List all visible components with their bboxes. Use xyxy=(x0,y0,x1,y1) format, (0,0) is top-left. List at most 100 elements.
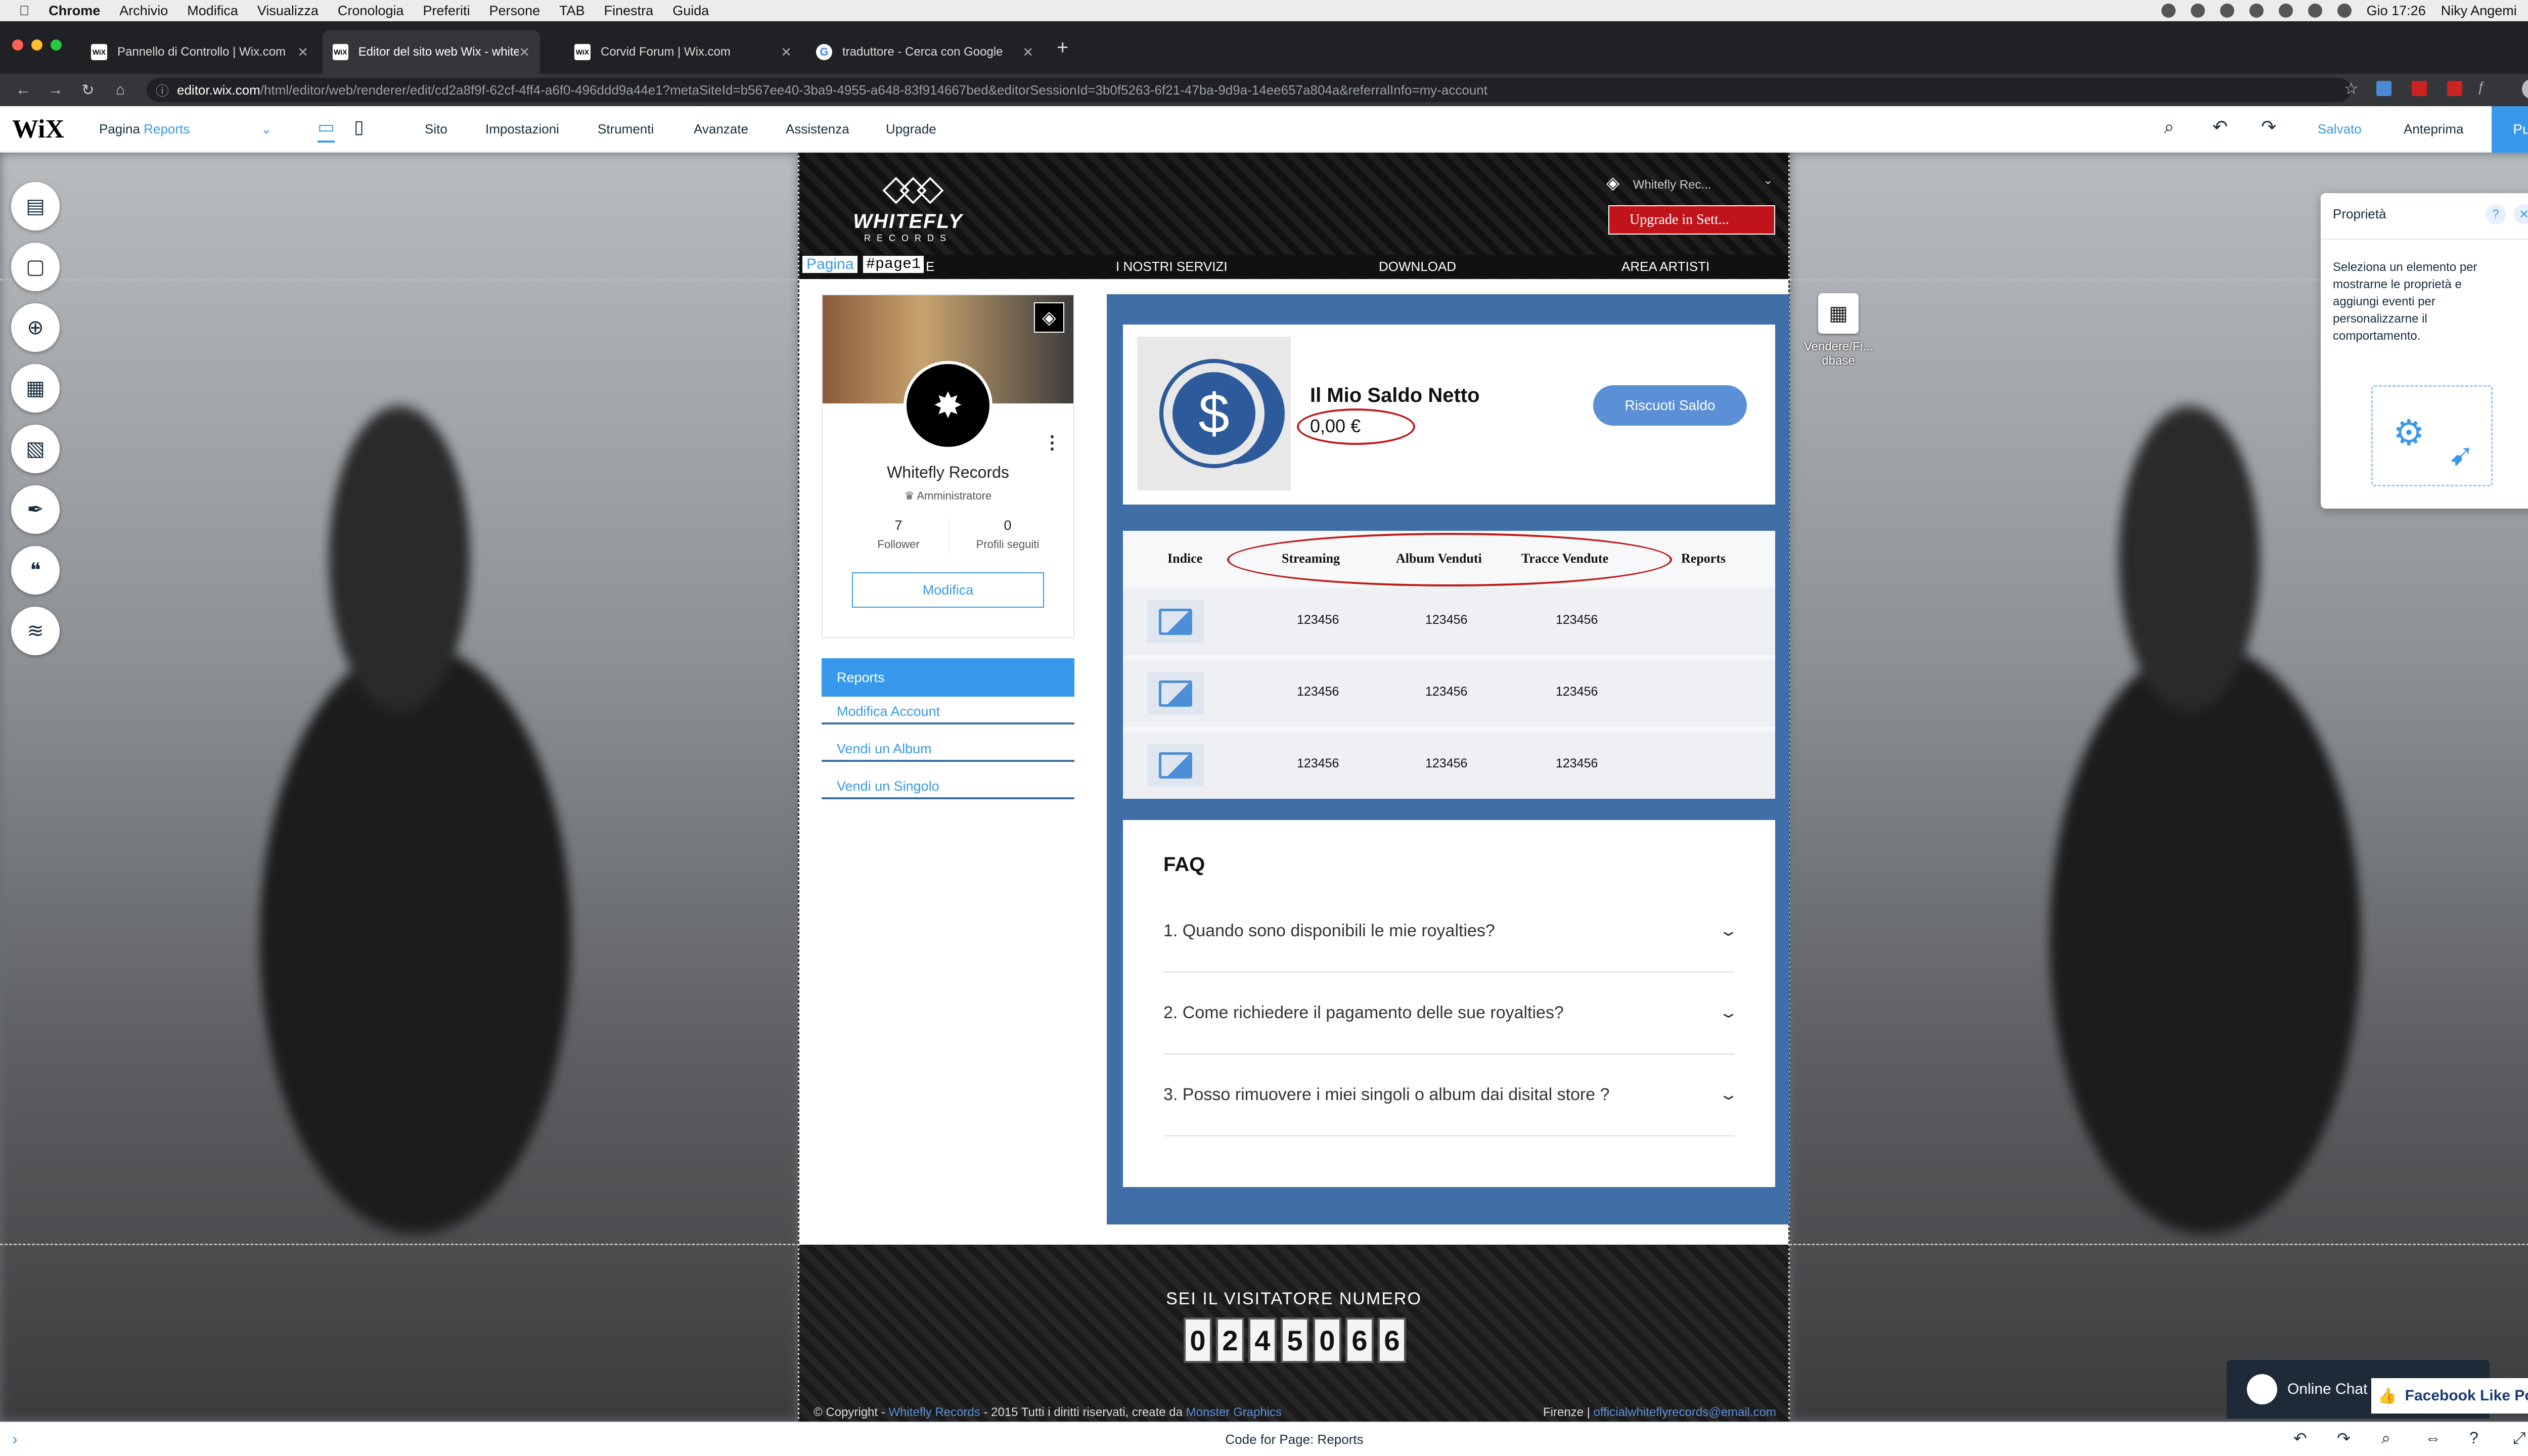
user-name[interactable]: Niky Angemi xyxy=(2441,3,2517,19)
wifi-icon[interactable] xyxy=(2308,4,2322,18)
followers-count[interactable]: 7 xyxy=(853,518,944,533)
member-login[interactable]: ◈ Whitefly Rec... ⌄ xyxy=(1606,173,1773,193)
menu-persone[interactable]: Persone xyxy=(489,3,540,19)
status-icon[interactable] xyxy=(2190,4,2205,18)
publish-button[interactable]: Pubblica xyxy=(2492,106,2528,153)
redo-icon[interactable]: ↷ xyxy=(2337,1429,2351,1448)
site-footer[interactable]: SEI IL VISITATORE NUMERO 0 2 4 5 0 6 6 ©… xyxy=(799,1245,1788,1422)
following-count[interactable]: 0 xyxy=(957,518,1058,533)
faq-item[interactable]: 3. Posso rimuovere i miei singoli o albu… xyxy=(1163,1055,1739,1136)
menu-vendi-singolo[interactable]: Vendi un Singolo xyxy=(822,776,1074,799)
extension-icon[interactable] xyxy=(2376,81,2391,96)
mobile-view-icon[interactable]: ▯ xyxy=(354,116,364,138)
status-icon[interactable] xyxy=(2220,4,2234,18)
menu-archivio[interactable]: Archivio xyxy=(119,3,168,19)
back-icon[interactable]: ← xyxy=(14,81,32,99)
zoom-out-icon[interactable]: ⌕ xyxy=(2164,116,2174,138)
reload-icon[interactable]: ↻ xyxy=(79,81,97,99)
chevron-right-icon[interactable]: › xyxy=(12,1430,18,1448)
menu-upgrade[interactable]: Upgrade xyxy=(886,121,936,137)
close-tab-icon[interactable]: ✕ xyxy=(781,44,792,60)
extension-icon[interactable] xyxy=(2412,81,2427,96)
close-tab-icon[interactable]: ✕ xyxy=(297,44,308,60)
tab-google[interactable]: G traduttore - Cerca con Google ✕ xyxy=(806,30,1044,74)
database-icon[interactable]: ≋ xyxy=(11,607,60,655)
wix-logo[interactable]: WiX xyxy=(12,114,64,144)
tab-corvid[interactable]: WiX Corvid Forum | Wix.com ✕ xyxy=(564,30,802,74)
menu-vendi-album[interactable]: Vendi un Album xyxy=(822,738,1074,762)
new-tab-button[interactable]: + xyxy=(1057,36,1068,59)
close-window-icon[interactable] xyxy=(12,39,23,51)
menu-reports[interactable]: Reports xyxy=(822,658,1074,697)
search-icon[interactable]: ⌕ xyxy=(2381,1429,2390,1448)
nav-servizi[interactable]: I NOSTRI SERVIZI xyxy=(1116,259,1228,275)
site-logo[interactable]: ◇◇◇ WHITEFLY RECORDS xyxy=(850,165,966,246)
tab-pannello[interactable]: WiX Pannello di Controllo | Wix.com ✕ xyxy=(81,30,319,74)
add-icon[interactable]: ⊕ xyxy=(11,303,60,352)
url-field[interactable]: ⓘ editor.wix.com/html/editor/web/rendere… xyxy=(147,78,2351,102)
avatar[interactable]: ✸ xyxy=(904,361,992,450)
menu-modifica[interactable]: Modifica xyxy=(187,3,238,19)
home-icon[interactable]: ⌂ xyxy=(111,81,129,99)
preview-button[interactable]: Anteprima xyxy=(2404,121,2464,137)
info-icon[interactable]: ⓘ xyxy=(156,81,169,100)
zoom-window-icon[interactable] xyxy=(51,39,62,51)
email-link[interactable]: officialwhiteflyrecords@email.com xyxy=(1594,1405,1776,1419)
status-icon[interactable] xyxy=(2278,4,2293,18)
chat-icon[interactable]: ❝ xyxy=(11,546,60,595)
status-icon[interactable] xyxy=(2161,4,2176,18)
table-row[interactable]: 123456 123456 123456 xyxy=(1123,587,1775,655)
code-panel-bar[interactable]: › Code for Page: Reports ↶ ↷ ⌕ ⇔ ? ⤢ ⌄ xyxy=(0,1422,2528,1456)
menu-impostazioni[interactable]: Impostazioni xyxy=(485,121,559,137)
menu-avanzate[interactable]: Avanzate xyxy=(694,121,748,137)
menu-preferiti[interactable]: Preferiti xyxy=(423,3,470,19)
help-icon[interactable]: ? xyxy=(2469,1429,2478,1447)
menu-sito[interactable]: Sito xyxy=(425,121,447,137)
menu-assistenza[interactable]: Assistenza xyxy=(786,121,849,137)
menu-visualizza[interactable]: Visualizza xyxy=(257,3,319,19)
nav-download[interactable]: DOWNLOAD xyxy=(1379,259,1456,275)
menu-tab[interactable]: TAB xyxy=(559,3,585,19)
dataset-widget[interactable]: ▦ xyxy=(1818,293,1859,334)
chevron-down-icon[interactable]: ⌄ xyxy=(1718,1004,1738,1022)
media-icon[interactable]: ▧ xyxy=(11,425,60,473)
profile-avatar[interactable] xyxy=(2522,79,2528,99)
menu-cronologia[interactable]: Cronologia xyxy=(338,3,404,19)
clock[interactable]: Gio 17:26 xyxy=(2367,3,2426,19)
undo-icon[interactable]: ↶ xyxy=(2213,116,2228,138)
close-icon[interactable]: ✕ xyxy=(2514,204,2528,224)
redo-icon[interactable]: ↷ xyxy=(2261,116,2276,138)
designer-link[interactable]: Monster Graphics xyxy=(1186,1405,1282,1419)
table-row[interactable]: 123456 123456 123456 xyxy=(1123,731,1775,799)
page-selector[interactable]: Pagina Reports ⌄ xyxy=(99,121,272,137)
bookmark-star-icon[interactable]: ☆ xyxy=(2344,79,2359,98)
desktop-view-icon[interactable]: ▭ xyxy=(318,116,335,143)
nav-partial[interactable]: E xyxy=(926,259,934,275)
more-icon[interactable]: ⋮ xyxy=(1043,432,1061,453)
upgrade-button[interactable]: Upgrade in Sett... xyxy=(1608,205,1775,235)
pages-menu-icon[interactable]: ▤ xyxy=(11,182,60,231)
chevron-down-icon[interactable]: ⌄ xyxy=(1718,922,1738,940)
site-header[interactable]: ◇◇◇ WHITEFLY RECORDS ◈ Whitefly Rec... ⌄… xyxy=(799,153,1788,279)
table-row[interactable]: 123456 123456 123456 xyxy=(1123,659,1775,727)
edit-profile-button[interactable]: Modifica xyxy=(852,572,1044,608)
facebook-like-popup[interactable]: 👍 Facebook Like Popup xyxy=(2371,1378,2528,1414)
extension-icon[interactable] xyxy=(2447,81,2462,96)
background-icon[interactable]: ▢ xyxy=(11,243,60,291)
chevron-down-icon[interactable]: ⌄ xyxy=(261,121,272,137)
faq-item[interactable]: 2. Come richiedere il pagamento delle su… xyxy=(1163,973,1739,1055)
status-icon[interactable] xyxy=(2249,4,2264,18)
help-button[interactable]: ? xyxy=(2486,204,2506,224)
nav-area-artisti[interactable]: AREA ARTISTI xyxy=(1621,259,1709,275)
forward-icon[interactable]: → xyxy=(47,81,65,99)
properties-icon[interactable]: ⇔ xyxy=(2425,1429,2441,1447)
close-tab-icon[interactable]: ✕ xyxy=(1022,44,1033,60)
withdraw-button[interactable]: Riscuoti Saldo xyxy=(1593,385,1747,426)
faq-item[interactable]: 1. Quando sono disponibili le mie royalt… xyxy=(1163,891,1739,973)
chevron-down-icon[interactable]: ⌄ xyxy=(1718,1086,1738,1104)
minimize-window-icon[interactable] xyxy=(31,39,42,51)
tab-editor[interactable]: WiX Editor del sito web Wix - whitefly ✕ xyxy=(323,30,540,74)
copyright-link[interactable]: Whitefly Records xyxy=(888,1405,980,1419)
menu-chrome[interactable]: Chrome xyxy=(49,3,100,19)
apple-icon[interactable]:  xyxy=(19,3,29,19)
